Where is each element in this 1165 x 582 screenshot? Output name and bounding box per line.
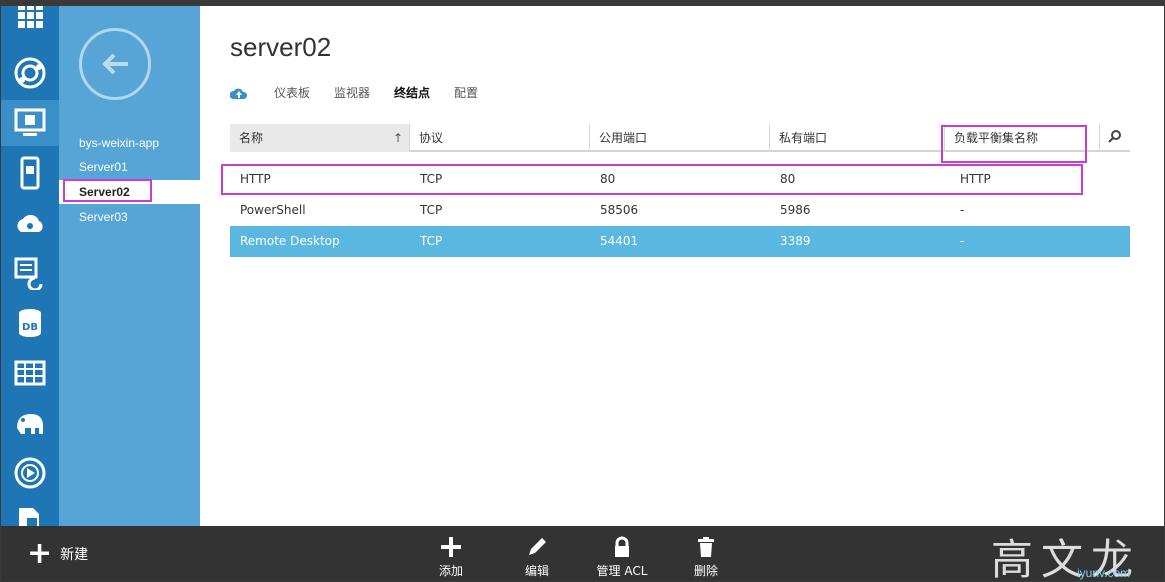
pencil-icon	[529, 538, 546, 555]
cell-protocol: TCP	[420, 234, 443, 248]
rail-all-items-icon[interactable]	[1, 6, 59, 38]
vm-list-item[interactable]: Server01	[59, 155, 200, 179]
tab-configure[interactable]: 配置	[454, 84, 478, 101]
delete-button[interactable]: 删除	[674, 536, 738, 579]
svg-text:DB: DB	[22, 322, 38, 333]
page-title: server02	[230, 32, 332, 62]
new-button-label: 新建	[60, 547, 89, 563]
main-content: server02 仪表板 监视器 终结点 配置 名称 ↑ 协议 公用端口 私有端…	[200, 6, 1162, 526]
plus-icon: +	[27, 536, 53, 571]
cell-lb-set: -	[960, 234, 965, 248]
edit-button-label: 编辑	[524, 564, 549, 578]
column-header-label: 名称	[239, 131, 264, 145]
lock-icon	[615, 536, 629, 557]
cell-public-port: 54401	[600, 234, 639, 248]
back-button[interactable]	[79, 28, 151, 100]
edit-button[interactable]: 编辑	[505, 536, 569, 579]
service-rail: DB	[1, 6, 59, 534]
trash-icon	[698, 537, 714, 557]
rail-batch-icon[interactable]	[1, 250, 59, 296]
table-row-selected[interactable]: Remote Desktop TCP 54401 3389 -	[230, 226, 1130, 257]
annotation-box-http-row	[221, 164, 1083, 195]
watermark-url: iyunv.com	[1077, 566, 1131, 580]
column-header-public-port[interactable]: 公用端口	[590, 124, 770, 152]
tab-endpoints[interactable]: 终结点	[394, 84, 430, 101]
manage-acl-button-label: 管理 ACL	[596, 564, 648, 578]
delete-button-label: 删除	[693, 564, 718, 578]
table-search-button[interactable]	[1100, 124, 1130, 152]
tab-dashboard[interactable]: 仪表板	[274, 84, 310, 101]
rail-virtual-machines-icon[interactable]	[1, 100, 59, 146]
column-header-protocol[interactable]: 协议	[410, 124, 590, 152]
rail-websites-icon[interactable]	[1, 50, 59, 96]
sort-up-icon: ↑	[392, 131, 403, 145]
annotation-box-lb-column	[941, 125, 1087, 163]
column-header-name[interactable]: 名称 ↑	[230, 124, 410, 152]
rail-media-services-icon[interactable]	[1, 450, 59, 496]
rail-hdinsight-icon[interactable]	[1, 400, 59, 446]
cell-lb-set: -	[960, 203, 965, 217]
new-button[interactable]: + 新建	[27, 536, 89, 571]
arrow-left-icon	[102, 53, 128, 75]
vm-list-panel: bys-weixin-app Server01 Server02 Server0…	[59, 6, 200, 526]
rail-storage-icon[interactable]	[1, 350, 59, 396]
command-bar: + 新建 添加 编辑 管理 ACL 删除 高文龙 iyunv.com	[1, 526, 1164, 581]
quick-start-cloud-icon[interactable]	[230, 85, 250, 101]
vm-list-item[interactable]: Server03	[59, 205, 200, 229]
add-button[interactable]: 添加	[419, 536, 483, 579]
cell-name: Remote Desktop	[240, 234, 340, 248]
vm-list-item[interactable]: bys-weixin-app	[59, 131, 200, 155]
app-window: DB bys-weixin-app Server01 Server02 Serv…	[0, 0, 1165, 582]
cell-public-port: 58506	[600, 203, 639, 217]
cell-name: PowerShell	[240, 203, 306, 217]
rail-mobile-services-icon[interactable]	[1, 150, 59, 196]
cell-protocol: TCP	[420, 203, 443, 217]
cell-private-port: 3389	[780, 234, 811, 248]
annotation-box-vm	[63, 179, 152, 202]
cell-private-port: 5986	[780, 203, 811, 217]
add-icon	[441, 537, 461, 557]
rail-cloud-services-icon[interactable]	[1, 200, 59, 246]
manage-acl-button[interactable]: 管理 ACL	[590, 536, 654, 579]
search-icon	[1108, 130, 1121, 143]
add-button-label: 添加	[438, 564, 463, 578]
tab-bar: 仪表板 监视器 终结点 配置	[230, 84, 478, 101]
table-row[interactable]: PowerShell TCP 58506 5986 -	[230, 195, 1130, 226]
tab-monitor[interactable]: 监视器	[334, 84, 370, 101]
rail-sql-databases-icon[interactable]: DB	[1, 300, 59, 346]
column-header-private-port[interactable]: 私有端口	[770, 124, 945, 152]
